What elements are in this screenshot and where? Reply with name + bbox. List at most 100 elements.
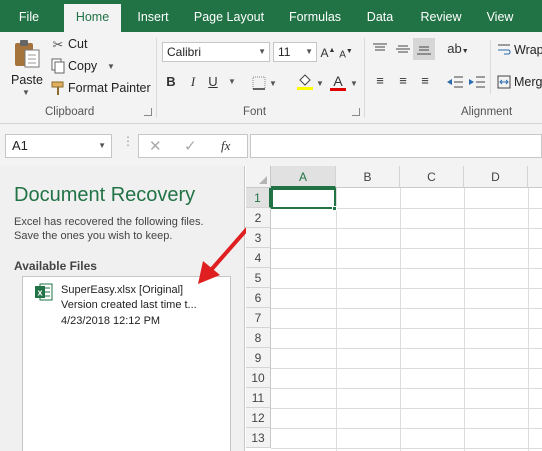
group-divider (490, 40, 491, 94)
decrease-indent-icon[interactable] (446, 75, 464, 89)
merge-center-button[interactable]: Merg (497, 74, 542, 92)
group-divider (364, 38, 365, 118)
name-box-value: A1 (12, 138, 28, 153)
copy-icon (51, 58, 65, 74)
align-middle-icon[interactable] (395, 42, 411, 56)
row-header-1[interactable]: 1 (246, 188, 271, 208)
recovered-file-version: Version created last time t... (61, 299, 197, 311)
font-color-swatch (330, 88, 346, 91)
increase-font-size-icon[interactable]: A▲ (320, 42, 336, 62)
align-top-icon[interactable] (372, 42, 388, 56)
align-center-icon[interactable]: ≡ (395, 72, 411, 90)
font-size-value: 11 (278, 45, 291, 59)
tab-file[interactable]: File (0, 0, 58, 32)
gridline (271, 408, 542, 409)
available-files-heading: Available Files (14, 259, 97, 273)
tab-home[interactable]: Home (64, 4, 121, 32)
gridline (271, 308, 542, 309)
decrease-font-size-icon[interactable]: A▼ (338, 43, 354, 64)
formula-bar: A1 ▼ ⋮ ✕ ✓ fx (0, 124, 542, 166)
italic-button[interactable]: I (185, 73, 201, 91)
borders-icon (252, 76, 266, 90)
chevron-down-icon[interactable]: ▼ (226, 73, 238, 91)
scissors-icon: ✂ (52, 37, 64, 52)
tab-data[interactable]: Data (360, 0, 400, 32)
font-family-value: Calibri (167, 45, 202, 59)
cut-button[interactable]: ✂ Cut (50, 36, 110, 54)
align-right-icon[interactable]: ≡ (417, 72, 433, 90)
format-painter-button[interactable]: Format Painter (50, 79, 151, 97)
orientation-icon[interactable]: ab▼ (447, 40, 469, 61)
merge-icon (497, 75, 511, 89)
recovery-description-line1: Excel has recovered the following files. (14, 216, 204, 228)
row-header-2[interactable]: 2 (246, 208, 271, 228)
formula-input[interactable] (250, 134, 542, 158)
merge-label: Merg (514, 75, 542, 89)
align-left-icon[interactable]: ≡ (372, 72, 388, 90)
gridline (271, 288, 542, 289)
paste-button[interactable]: Paste ▼ (8, 36, 44, 100)
row-header-8[interactable]: 8 (246, 328, 271, 348)
recovered-file-timestamp: 4/23/2018 12:12 PM (61, 315, 161, 327)
row-header-6[interactable]: 6 (246, 288, 271, 308)
row-header-9[interactable]: 9 (246, 348, 271, 368)
font-color-button[interactable]: A ▼ (330, 72, 360, 94)
borders-button[interactable]: ▼ (252, 74, 282, 92)
excel-file-icon: x (35, 283, 53, 301)
column-header-d[interactable]: D (464, 166, 528, 188)
clipboard-group-label: Clipboard (45, 106, 95, 118)
increase-indent-icon[interactable] (468, 75, 486, 89)
tab-review[interactable]: Review (413, 0, 469, 32)
wrap-text-label: Wrap (514, 43, 542, 57)
tab-insert[interactable]: Insert (126, 0, 180, 32)
column-header-a[interactable]: A (271, 166, 336, 188)
formula-buttons: ✕ ✓ fx (138, 134, 248, 158)
align-bottom-button[interactable] (413, 38, 435, 60)
row-header-12[interactable]: 12 (246, 408, 271, 428)
clipboard-launcher-icon[interactable] (144, 108, 152, 116)
chevron-down-icon: ▼ (269, 79, 277, 88)
fill-color-button[interactable]: ▼ (296, 72, 326, 94)
gridline (271, 268, 542, 269)
font-family-select[interactable]: Calibri ▼ (162, 42, 270, 62)
fill-handle[interactable] (332, 206, 337, 211)
enter-icon[interactable]: ✓ (184, 137, 197, 155)
gridline (271, 428, 542, 429)
cut-label: Cut (68, 37, 88, 51)
copy-dropdown-icon: ▼ (107, 62, 115, 71)
tab-page-layout[interactable]: Page Layout (185, 0, 273, 32)
row-header-4[interactable]: 4 (246, 248, 271, 268)
gridline (271, 448, 542, 449)
row-header-11[interactable]: 11 (246, 388, 271, 408)
recovered-file-name[interactable]: SuperEasy.xlsx [Original] (61, 284, 183, 296)
font-size-select[interactable]: 11 ▼ (273, 42, 317, 62)
row-header-13[interactable]: 13 (246, 428, 271, 448)
svg-text:x: x (38, 288, 43, 298)
gridline (271, 348, 542, 349)
row-header-10[interactable]: 10 (246, 368, 271, 388)
tab-formulas[interactable]: Formulas (280, 0, 350, 32)
formula-bar-grip-icon: ⋮ (122, 134, 134, 148)
row-header-3[interactable]: 3 (246, 228, 271, 248)
insert-function-icon[interactable]: fx (221, 138, 230, 154)
row-header-7[interactable]: 7 (246, 308, 271, 328)
cancel-icon[interactable]: ✕ (149, 137, 162, 155)
tab-view[interactable]: View (478, 0, 522, 32)
column-header-b[interactable]: B (336, 166, 400, 188)
select-all-button[interactable] (246, 166, 271, 188)
row-header-5[interactable]: 5 (246, 268, 271, 288)
underline-button[interactable]: U (205, 73, 221, 91)
name-box[interactable]: A1 ▼ (5, 134, 112, 158)
recovery-title: Document Recovery (14, 184, 196, 206)
copy-button[interactable]: Copy ▼ (50, 57, 130, 75)
wrap-text-button[interactable]: Wrap (497, 42, 542, 60)
chevron-down-icon: ▼ (350, 79, 358, 88)
font-launcher-icon[interactable] (352, 108, 360, 116)
column-header-e[interactable] (528, 166, 542, 188)
bold-button[interactable]: B (163, 73, 179, 91)
active-cell-a1[interactable] (271, 188, 336, 209)
gridline (271, 388, 542, 389)
chevron-down-icon: ▼ (305, 47, 313, 56)
column-header-c[interactable]: C (400, 166, 464, 188)
group-divider (156, 38, 157, 118)
